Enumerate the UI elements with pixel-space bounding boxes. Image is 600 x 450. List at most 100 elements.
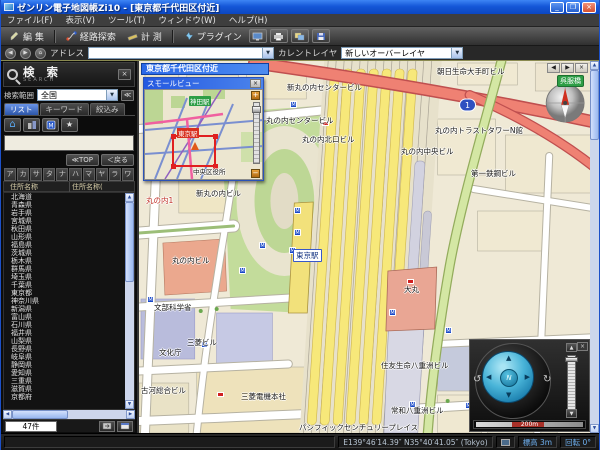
kana-index-button[interactable]: ア [4,168,16,181]
list-item[interactable]: 富山県 [4,313,134,321]
kana-index-button[interactable]: ハ [69,168,81,181]
overview-zoom-in-button[interactable]: + [251,91,260,100]
list-item[interactable]: 岐阜県 [4,353,134,361]
address-input[interactable]: ▼ [88,47,274,59]
north-reset-button[interactable]: N [500,369,518,387]
back-list-button[interactable]: ＜戻る [101,154,134,166]
list-item[interactable]: 埼玉県 [4,273,134,281]
list-horizontal-scrollbar[interactable]: ◀ ▶ [3,410,135,419]
list-item[interactable]: 岩手県 [4,209,134,217]
scroll-up-icon[interactable]: ▲ [125,193,134,202]
small-view-window[interactable]: スモールビュー × [143,77,264,181]
scroll-up-icon[interactable]: ▲ [590,61,599,70]
chevron-down-icon[interactable]: ▼ [106,90,117,100]
zoom-in-button[interactable]: ▲ [566,343,577,352]
list-item[interactable]: 静岡県 [4,361,134,369]
kana-index-button[interactable]: ワ [122,168,134,181]
close-map-button[interactable]: × [575,63,588,73]
map-viewport[interactable]: 1 新丸の内センタービル丸の内センタービル丸の内北口ビル朝日生命大手町ビル丸の内… [139,61,599,433]
kana-index-button[interactable]: カ [17,168,29,181]
nav-panel-close-button[interactable]: × [577,342,588,351]
pan-pad[interactable]: ▲ ▼ ◀ ▶ N [482,351,534,403]
small-view-titlebar[interactable]: スモールビュー × [144,78,263,89]
address-mode-button[interactable] [23,118,40,132]
scroll-left-icon[interactable]: ◀ [3,410,12,419]
edit-button[interactable]: 編 集 [6,29,48,44]
search-tab[interactable]: キーワード [40,103,90,115]
list-item[interactable]: 三重県 [4,377,134,385]
zoom-slider-thumb[interactable] [565,357,578,362]
list-item[interactable]: 滋賀県 [4,385,134,393]
station-mode-button[interactable]: M [42,118,59,132]
map-vertical-scrollbar[interactable]: ▲ ▼ [590,61,599,433]
list-item[interactable]: 千葉県 [4,281,134,289]
kana-index-button[interactable]: サ [30,168,42,181]
search-close-button[interactable]: × [118,69,131,80]
scrollbar-track[interactable] [590,140,599,424]
zoom-slider[interactable] [567,355,576,411]
list-item[interactable]: 新潟県 [4,305,134,313]
search-tab[interactable]: 絞込み [90,103,125,115]
back-button[interactable]: ◀ [5,48,16,59]
scope-select[interactable]: 全国 ▼ [37,89,118,101]
list-item[interactable]: 愛知県 [4,369,134,377]
pan-up-icon[interactable]: ▲ [506,355,511,362]
list-item[interactable]: 群馬県 [4,265,134,273]
rotate-cw-button[interactable]: ↻ [543,375,551,385]
list-item[interactable]: 宮城県 [4,217,134,225]
list-item[interactable]: 北海道 [4,193,134,201]
layer-select[interactable]: 新しいオーバーレイヤ ▼ [341,47,463,59]
restore-button[interactable]: ❐ [566,2,580,13]
list-item[interactable]: 茨城県 [4,249,134,257]
search-tab[interactable]: リスト [4,103,39,115]
kana-index-button[interactable]: ヤ [96,168,108,181]
scope-collapse-button[interactable]: ≪ [121,90,134,101]
list-vertical-scrollbar[interactable]: ▲ ▼ [125,193,134,409]
list-item[interactable]: 神奈川県 [4,297,134,305]
layers-button[interactable] [291,29,309,43]
zoom-out-button[interactable]: ▼ [566,409,577,418]
map-window-title[interactable]: 東京都千代田区付近 [141,63,269,75]
menu-item[interactable]: ウィンドウ(W) [158,14,216,26]
pan-down-icon[interactable]: ▼ [506,392,511,399]
scrollbar-thumb[interactable] [12,410,68,419]
kana-index-button[interactable]: ナ [56,168,68,181]
scrollbar-track[interactable] [68,410,126,419]
search-input[interactable] [4,135,134,151]
scrollbar-track[interactable] [125,282,134,400]
detach-button[interactable] [117,421,133,432]
rotate-ccw-button[interactable]: ↺ [473,375,481,385]
scroll-down-icon[interactable]: ▼ [125,400,134,409]
close-button[interactable]: × [582,2,596,13]
scrollbar-thumb[interactable] [125,202,134,282]
list-item[interactable]: 栃木県 [4,257,134,265]
scrollbar-thumb[interactable] [590,70,599,140]
save-button[interactable] [312,29,330,43]
favorites-button[interactable]: ★ [61,118,78,132]
chevron-down-icon[interactable]: ▼ [451,48,462,58]
map-view-button[interactable] [249,29,267,43]
list-item[interactable]: 福井県 [4,329,134,337]
next-map-button[interactable]: ▶ [561,63,574,73]
chevron-down-icon[interactable]: ▼ [262,48,273,58]
home-button[interactable]: ⌂ [35,48,46,59]
prev-map-button[interactable]: ◀ [547,63,560,73]
menu-item[interactable]: 表示(V) [66,14,95,26]
measure-button[interactable]: 計 測 [123,29,166,44]
menu-item[interactable]: ヘルプ(H) [229,14,268,26]
list-item[interactable]: 京都府 [4,393,134,401]
home-mode-button[interactable]: ⌂ [4,118,21,132]
column-address-name[interactable]: 住所名称 [4,182,70,192]
list-item[interactable]: 秋田県 [4,225,134,233]
pan-right-icon[interactable]: ▶ [525,374,530,381]
minimize-button[interactable]: _ [550,2,564,13]
small-view-close-button[interactable]: × [250,79,261,88]
menu-item[interactable]: ツール(T) [108,14,145,26]
print-button[interactable] [270,29,288,43]
list-item[interactable]: 山梨県 [4,337,134,345]
list-item[interactable]: 福島県 [4,241,134,249]
kana-index-button[interactable]: ラ [109,168,121,181]
route-search-button[interactable]: 経路探索 [62,29,120,44]
overview-zoom-slider-thumb[interactable] [252,106,261,113]
column-address-kana[interactable]: 住所名称( [70,182,134,192]
